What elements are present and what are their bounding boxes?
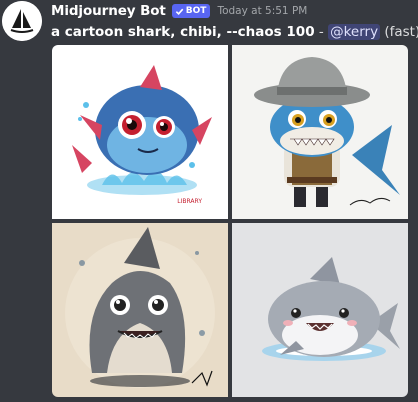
sailboat-icon <box>2 1 42 41</box>
verified-check-icon <box>175 8 184 15</box>
timestamp[interactable]: Today at 5:51 PM <box>217 5 307 17</box>
message-content: a cartoon shark, chibi, --chaos 100 - @k… <box>51 22 418 42</box>
bot-badge: BOT <box>171 4 211 18</box>
speed-label: (fast) <box>384 24 418 40</box>
shark-image-4[interactable] <box>232 223 408 397</box>
midjourney-avatar[interactable] <box>2 1 42 41</box>
user-mention[interactable]: @kerry <box>328 24 381 40</box>
shark-illustration-2 <box>232 45 408 219</box>
separator: - <box>318 24 324 40</box>
shark-illustration-3 <box>52 223 228 397</box>
username[interactable]: Midjourney Bot <box>51 3 166 19</box>
shark-image-1[interactable]: LIBRARY <box>52 45 228 219</box>
shark-illustration-1: LIBRARY <box>52 45 228 219</box>
message-header: Midjourney Bot BOT Today at 5:51 PM <box>51 1 307 21</box>
prompt-text: a cartoon shark, chibi, --chaos 100 <box>51 24 315 40</box>
tile-1-signature: LIBRARY <box>177 198 202 205</box>
shark-image-3[interactable] <box>52 223 228 397</box>
shark-image-2[interactable] <box>232 45 408 219</box>
shark-illustration-4 <box>232 223 408 397</box>
image-grid: LIBRARY <box>52 45 408 397</box>
bot-badge-label: BOT <box>185 6 207 16</box>
